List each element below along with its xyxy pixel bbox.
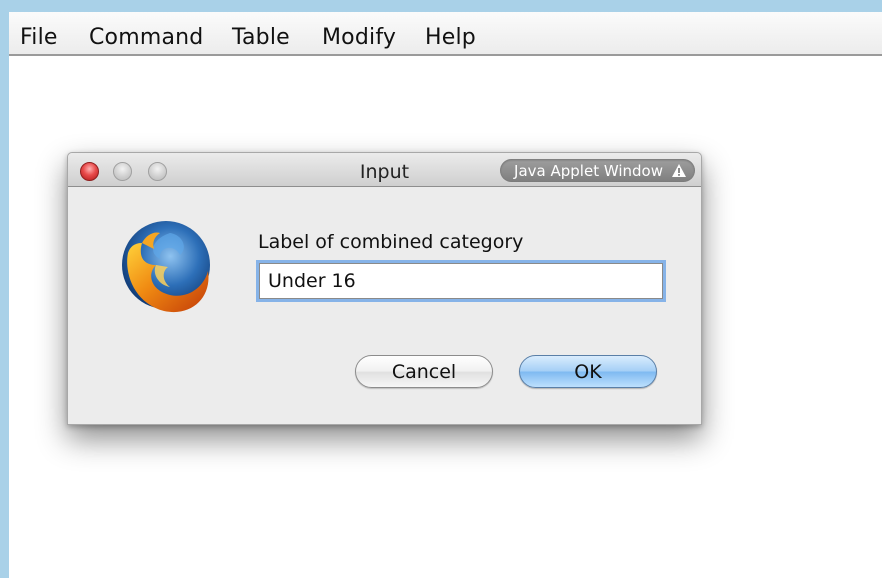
menu-file[interactable]: File xyxy=(20,25,58,50)
warning-icon xyxy=(671,163,687,178)
input-dialog: Input Java Applet Window Label of combin… xyxy=(67,152,702,425)
menu-table[interactable]: Table xyxy=(232,25,290,50)
firefox-icon xyxy=(108,213,218,323)
menu-command[interactable]: Command xyxy=(89,25,203,50)
menu-bar: File Command Table Modify Help xyxy=(9,12,882,56)
cancel-button[interactable]: Cancel xyxy=(355,355,493,388)
prompt-label: Label of combined category xyxy=(258,231,524,253)
menu-help[interactable]: Help xyxy=(425,25,476,50)
applet-badge-label: Java Applet Window xyxy=(514,161,663,180)
java-applet-badge: Java Applet Window xyxy=(500,159,695,182)
category-label-input[interactable] xyxy=(259,263,663,299)
dialog-titlebar[interactable]: Input Java Applet Window xyxy=(68,153,701,187)
menu-modify[interactable]: Modify xyxy=(322,25,396,50)
ok-button[interactable]: OK xyxy=(519,355,657,388)
